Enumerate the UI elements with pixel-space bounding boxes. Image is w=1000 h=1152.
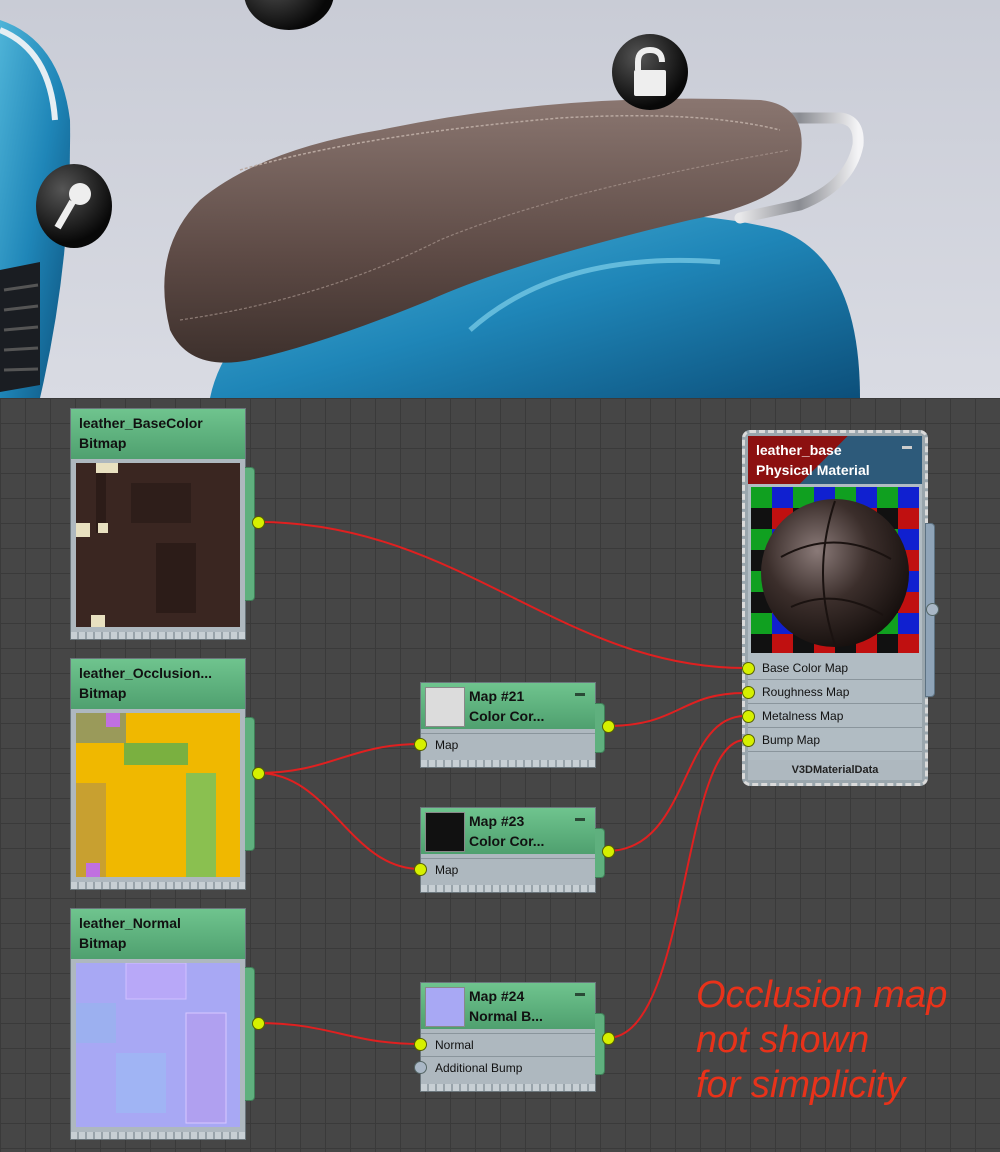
node-header[interactable]: leather_BaseColor Bitmap [71, 409, 245, 459]
material-footer[interactable]: V3DMaterialData [748, 760, 922, 780]
input-socket-roughness[interactable] [742, 686, 755, 699]
node-type: Bitmap [79, 435, 127, 451]
node-header[interactable]: Map #21 Color Cor... [421, 683, 595, 729]
output-socket[interactable] [602, 1032, 615, 1045]
map-node-24[interactable]: Map #24 Normal B... Normal Additional Bu… [414, 982, 615, 1092]
material-name: leather_base [756, 442, 842, 458]
node-title: leather_Occlusion... [79, 665, 213, 681]
input-socket[interactable] [414, 863, 427, 876]
node-subtitle: Normal B... [469, 1008, 543, 1024]
wire-map21-to-material [606, 692, 746, 727]
input-label: Bump Map [762, 733, 821, 747]
input-socket-additional-bump[interactable] [414, 1061, 427, 1074]
physical-material-node[interactable]: leather_base Physical Material Base Colo… [742, 430, 939, 786]
wire-normal-to-map24 [257, 1022, 421, 1045]
node-output-tab [245, 967, 255, 1101]
material-input-metalness: Metalness Map [748, 704, 922, 728]
input-socket-base-color[interactable] [742, 662, 755, 675]
node-type: Bitmap [79, 935, 127, 951]
node-footer [421, 1084, 595, 1091]
node-type: Bitmap [79, 685, 127, 701]
collapse-icon[interactable] [902, 446, 912, 449]
node-header[interactable]: leather_Occlusion... Bitmap [71, 659, 245, 709]
3d-viewport[interactable] [0, 0, 1000, 398]
node-header[interactable]: Map #24 Normal B... [421, 983, 595, 1029]
map-thumbnail [425, 687, 465, 727]
collapse-icon[interactable] [575, 993, 585, 996]
input-socket-bump[interactable] [742, 734, 755, 747]
map-thumbnail [425, 812, 465, 852]
basecolor-texture-thumbnail [76, 463, 240, 627]
material-input-base-color: Base Color Map [748, 656, 922, 680]
input-socket-metalness[interactable] [742, 710, 755, 723]
node-footer [71, 632, 245, 639]
input-socket-normal[interactable] [414, 1038, 427, 1051]
key-icon[interactable] [36, 164, 112, 248]
output-socket[interactable] [252, 767, 265, 780]
output-socket[interactable] [252, 1017, 265, 1030]
bitmap-node-basecolor[interactable]: leather_BaseColor Bitmap [70, 408, 265, 640]
node-subtitle: Color Cor... [469, 833, 545, 849]
occlusion-texture-thumbnail [76, 713, 240, 877]
normal-texture-thumbnail [76, 963, 240, 1127]
socket-label: Map [435, 863, 459, 877]
annotation-text: Occlusion map not shown for simplicity [696, 974, 948, 1106]
output-socket[interactable] [252, 516, 265, 529]
socket-additional-bump: Additional Bump [421, 1056, 595, 1079]
node-footer [421, 885, 595, 892]
material-input-roughness: Roughness Map [748, 680, 922, 704]
material-footer-label: V3DMaterialData [791, 764, 879, 776]
material-preview [751, 487, 919, 653]
collapse-icon[interactable] [575, 693, 585, 696]
bitmap-node-occlusion[interactable]: leather_Occlusion... Bitmap [70, 658, 265, 890]
socket-map: Map [421, 733, 595, 756]
lock-icon[interactable] [612, 34, 688, 110]
node-header[interactable]: leather_Normal Bitmap [71, 909, 245, 959]
node-editor[interactable]: leather_BaseColor Bitmap leather_Occlusi… [0, 398, 1000, 1152]
material-input-bump: Bump Map [748, 728, 922, 752]
node-output-tab [245, 467, 255, 601]
node-footer [71, 882, 245, 889]
output-socket[interactable] [602, 845, 615, 858]
node-title: Map #24 [469, 988, 525, 1004]
wire-occlusion-to-map21 [257, 743, 421, 774]
input-socket[interactable] [414, 738, 427, 751]
node-output-tab [245, 717, 255, 851]
node-title: Map #21 [469, 688, 525, 704]
material-output-socket[interactable] [926, 603, 939, 616]
collapse-icon[interactable] [575, 818, 585, 821]
wire-basecolor-to-material [257, 521, 746, 669]
node-title: leather_Normal [79, 915, 181, 931]
socket-label: Map [435, 738, 459, 752]
socket-normal: Normal [421, 1033, 595, 1056]
socket-map: Map [421, 858, 595, 881]
map-node-23[interactable]: Map #23 Color Cor... Map [414, 807, 615, 893]
map-thumbnail [425, 987, 465, 1027]
bitmap-node-normal[interactable]: leather_Normal Bitmap [70, 908, 265, 1140]
wire-occlusion-to-map23 [257, 772, 421, 870]
map-node-21[interactable]: Map #21 Color Cor... Map [414, 682, 615, 768]
node-title: Map #23 [469, 813, 525, 829]
node-header[interactable]: Map #23 Color Cor... [421, 808, 595, 854]
node-footer [71, 1132, 245, 1139]
viewport-render [0, 0, 1000, 398]
input-label: Base Color Map [762, 661, 849, 675]
output-socket[interactable] [602, 720, 615, 733]
node-title: leather_BaseColor [79, 415, 203, 431]
socket-label: Normal [435, 1038, 474, 1052]
socket-label: Additional Bump [435, 1061, 523, 1075]
input-label: Roughness Map [762, 685, 850, 699]
material-type: Physical Material [756, 462, 870, 478]
input-label: Metalness Map [762, 709, 844, 723]
node-subtitle: Color Cor... [469, 708, 545, 724]
material-header[interactable]: leather_base Physical Material [748, 436, 922, 484]
wire-map23-to-material [606, 715, 746, 852]
node-output-tab [595, 1013, 605, 1075]
node-footer [421, 760, 595, 767]
